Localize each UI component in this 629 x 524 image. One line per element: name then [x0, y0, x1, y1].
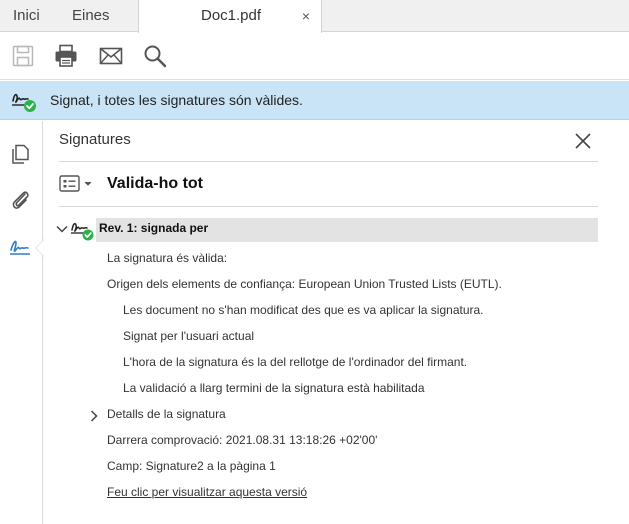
options-menu-button[interactable]: [59, 173, 95, 195]
tab-document-label: Doc1.pdf: [201, 7, 262, 24]
close-icon[interactable]: [573, 131, 593, 151]
pages-icon[interactable]: [8, 141, 34, 167]
signature-valid-icon: [70, 218, 96, 242]
chevron-down-icon[interactable]: [55, 222, 69, 236]
left-sidebar: [0, 121, 44, 524]
signature-icon[interactable]: [8, 234, 34, 260]
save-icon[interactable]: [10, 43, 36, 69]
trust-source-text: Origen dels elements de confiança: Europ…: [107, 277, 502, 291]
close-tab-icon[interactable]: ×: [299, 9, 313, 23]
panel-title: Signatures: [59, 131, 131, 148]
validate-all-button[interactable]: Valida-ho tot: [107, 173, 203, 195]
divider: [59, 161, 598, 162]
toolbar: [0, 33, 629, 80]
revision-label: Rev. 1: signada per: [99, 221, 209, 235]
divider: [59, 206, 598, 207]
signature-time-text: L'hora de la signatura és la del rellotg…: [123, 355, 468, 369]
document-unmodified-text: Les document no s'han modificat des que …: [123, 303, 484, 317]
print-icon[interactable]: [53, 43, 79, 69]
tab-document[interactable]: Doc1.pdf ×: [138, 0, 322, 33]
signature-status-bar: Signat, i totes les signatures són vàlid…: [0, 81, 629, 120]
signature-valid-icon: [10, 87, 38, 113]
signature-validity-text: La signatura és vàlida:: [107, 251, 228, 265]
view-version-link[interactable]: Feu clic per visualitzar aquesta versió: [107, 485, 307, 499]
chevron-right-icon[interactable]: [88, 409, 100, 423]
ltv-enabled-text: La validació a llarg termini de la signa…: [123, 381, 425, 395]
signature-details-toggle[interactable]: Detalls de la signatura: [107, 407, 226, 421]
last-check-text: Darrera comprovació: 2021.08.31 13:18:26…: [107, 433, 378, 447]
signature-status-text: Signat, i totes les signatures són vàlid…: [50, 92, 303, 108]
field-text: Camp: Signature2 a la pàgina 1: [107, 459, 276, 473]
search-icon[interactable]: [142, 43, 168, 69]
tab-tools[interactable]: Eines: [72, 0, 110, 32]
signed-by-user-text: Signat per l'usuari actual: [123, 329, 255, 343]
tab-home[interactable]: Inici: [13, 0, 40, 32]
tab-bar: Inici Eines Doc1.pdf ×: [0, 0, 629, 33]
active-panel-pointer: [35, 239, 44, 257]
mail-icon[interactable]: [98, 43, 124, 69]
signatures-panel: Signatures Valida-ho tot Rev. 1: signada…: [44, 121, 629, 524]
attachment-icon[interactable]: [8, 187, 34, 213]
